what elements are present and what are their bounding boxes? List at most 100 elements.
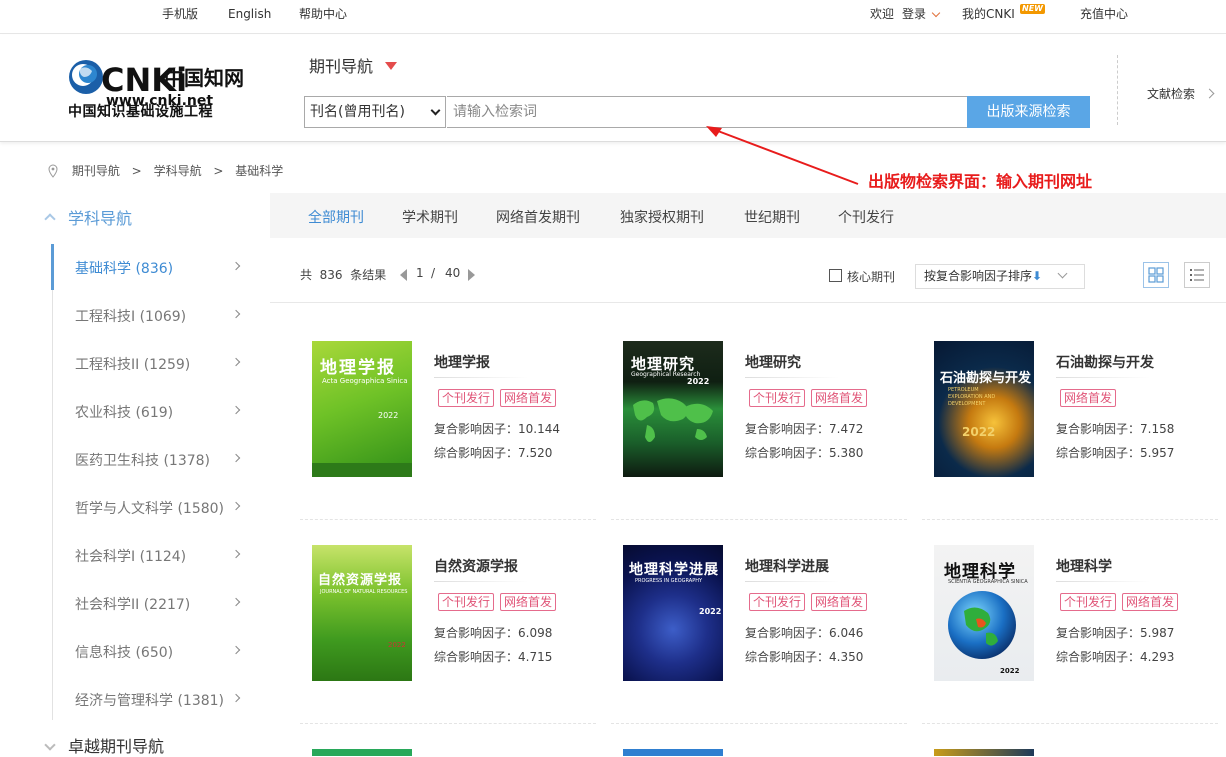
- cover-year: 2022: [687, 377, 710, 386]
- journal-nav-title[interactable]: 期刊导航: [309, 53, 373, 77]
- help-link[interactable]: 帮助中心: [299, 0, 347, 28]
- journal-cover[interactable]: [934, 749, 1034, 756]
- journal-cover[interactable]: [312, 749, 412, 756]
- english-link[interactable]: English: [228, 0, 271, 28]
- page-separator: /: [431, 266, 436, 280]
- journal-card[interactable]: 地理研究 Geographical Research 2022 地理研究 个刊发…: [611, 341, 907, 551]
- new-badge: NEW: [1020, 4, 1045, 14]
- login-link[interactable]: 登录: [902, 0, 926, 28]
- cover-title: 地理学报: [320, 358, 396, 378]
- grid-icon: [1148, 267, 1164, 283]
- top-bar: 手机版 English 帮助中心 欢迎 登录 我的CNKI NEW 充值中心: [0, 0, 1226, 34]
- list-view-button[interactable]: [1184, 262, 1210, 288]
- journal-card[interactable]: 自然资源学报 JOURNAL OF NATURAL RESOURCES 2022…: [300, 545, 596, 755]
- triangle-down-icon[interactable]: [385, 62, 397, 70]
- tag-online-first: 网络首发: [811, 389, 868, 407]
- sidebar-item-information[interactable]: 信息科技 (650): [75, 642, 250, 662]
- sidebar-item-social-2[interactable]: 社会科学II (2217): [75, 594, 250, 614]
- journal-cover[interactable]: 地理科学 SCIENTIA GEOGRAPHICA SINICA 2022: [934, 545, 1034, 681]
- tab-academic[interactable]: 学术期刊: [402, 207, 458, 227]
- divider: [922, 519, 1218, 520]
- journal-cover[interactable]: [623, 749, 723, 756]
- core-journal-checkbox[interactable]: [829, 269, 842, 282]
- tab-century[interactable]: 世纪期刊: [744, 207, 800, 227]
- tag-individual: 个刊发行: [1060, 593, 1117, 611]
- my-cnki-link[interactable]: 我的CNKI: [962, 0, 1015, 28]
- journal-card[interactable]: 地理学报 Acta Geographica Sinica 2022 地理学报 个…: [300, 341, 596, 551]
- tag-online-first: 网络首发: [811, 593, 868, 611]
- cover-year: 2022: [388, 641, 406, 649]
- header: CNKi 中国知网 www.cnki.net 中国知识基础设施工程 期刊导航 刊…: [0, 35, 1226, 142]
- mobile-link[interactable]: 手机版: [162, 0, 198, 28]
- cover-subtitle: SCIENTIA GEOGRAPHICA SINICA: [948, 579, 1028, 585]
- sidebar-item-engineering-2[interactable]: 工程科技II (1259): [75, 354, 250, 374]
- journal-title[interactable]: 自然资源学报: [434, 556, 518, 576]
- divider: [922, 723, 1218, 724]
- divider: [611, 723, 907, 724]
- tag-online-first: 网络首发: [500, 593, 557, 611]
- cover-title: 地理科学进展: [629, 562, 719, 578]
- sidebar-item-medicine[interactable]: 医药卫生科技 (1378): [75, 450, 250, 470]
- journal-title[interactable]: 地理科学进展: [745, 556, 829, 576]
- sidebar-item-engineering-1[interactable]: 工程科技I (1069): [75, 306, 250, 326]
- recharge-link[interactable]: 充值中心: [1080, 0, 1128, 28]
- tab-exclusive[interactable]: 独家授权期刊: [620, 207, 704, 227]
- journal-title[interactable]: 地理研究: [745, 352, 801, 372]
- tab-online-first[interactable]: 网络首发期刊: [496, 207, 580, 227]
- sort-select[interactable]: 按复合影响因子排序⬇: [915, 264, 1085, 289]
- journal-title[interactable]: 地理学报: [434, 352, 490, 372]
- sidebar-item-social-1[interactable]: 社会科学I (1124): [75, 546, 250, 566]
- page-current: 1: [416, 266, 424, 280]
- composite-impact-factor: 复合影响因子：7.472: [745, 422, 864, 436]
- tag-online-first: 网络首发: [500, 389, 557, 407]
- cover-title: 自然资源学报: [318, 573, 403, 588]
- divider: [300, 519, 596, 520]
- composite-impact-factor: 复合影响因子：6.046: [745, 626, 864, 640]
- composite-impact-factor: 复合影响因子：7.158: [1056, 422, 1175, 436]
- literature-search-link[interactable]: 文献检索: [1147, 85, 1195, 102]
- sidebar-item-humanities[interactable]: 哲学与人文科学 (1580): [75, 498, 250, 518]
- sort-label: 按复合影响因子排序: [924, 269, 1033, 283]
- composite-impact-factor: 复合影响因子：5.987: [1056, 626, 1175, 640]
- search-button[interactable]: 出版来源检索: [967, 96, 1090, 128]
- cover-year: 2022: [1000, 667, 1020, 675]
- comprehensive-impact-factor: 综合影响因子：7.520: [434, 446, 553, 460]
- composite-impact-factor: 复合影响因子：10.144: [434, 422, 560, 436]
- journal-card[interactable]: 地理科学 SCIENTIA GEOGRAPHICA SINICA 2022 地理…: [922, 545, 1218, 755]
- welcome-text: 欢迎: [870, 7, 895, 21]
- prev-page-icon[interactable]: [400, 269, 407, 281]
- journal-card[interactable]: 石油勘探与开发 PETROLEUM EXPLORATION AND DEVELO…: [922, 341, 1218, 551]
- next-page-icon[interactable]: [468, 269, 475, 281]
- tab-individual[interactable]: 个刊发行: [838, 207, 894, 227]
- breadcrumb-item[interactable]: 基础科学: [235, 164, 283, 178]
- cover-year: 2022: [962, 425, 996, 439]
- sidebar-item-basic-science[interactable]: 基础科学 (836): [75, 258, 250, 278]
- cover-subtitle: PETROLEUM EXPLORATION AND DEVELOPMENT: [948, 387, 996, 407]
- sidebar-item-economics[interactable]: 经济与管理科学 (1381): [75, 690, 250, 710]
- chevron-right-icon[interactable]: [1204, 88, 1215, 99]
- subject-nav-heading[interactable]: 学科导航: [44, 205, 132, 229]
- journal-cover[interactable]: 地理科学进展 PROGRESS IN GEOGRAPHY 2022: [623, 545, 723, 681]
- result-count: 836: [319, 268, 343, 282]
- journal-cover[interactable]: 石油勘探与开发 PETROLEUM EXPLORATION AND DEVELO…: [934, 341, 1034, 477]
- annotation-arrow: [706, 126, 859, 185]
- tab-all[interactable]: 全部期刊: [308, 207, 364, 227]
- journal-cover[interactable]: 地理学报 Acta Geographica Sinica 2022: [312, 341, 412, 477]
- divider: [1117, 55, 1118, 125]
- grid-view-button[interactable]: [1143, 262, 1169, 288]
- journal-title[interactable]: 地理科学: [1056, 556, 1112, 576]
- breadcrumb: 期刊导航 > 学科导航 > 基础科学: [48, 162, 291, 179]
- search-field-select[interactable]: 刊名(曾用刊名): [304, 96, 446, 128]
- location-pin-icon: [48, 164, 58, 178]
- journal-cover[interactable]: 自然资源学报 JOURNAL OF NATURAL RESOURCES 2022: [312, 545, 412, 681]
- journal-title[interactable]: 石油勘探与开发: [1056, 352, 1154, 372]
- journal-cover[interactable]: 地理研究 Geographical Research 2022: [623, 341, 723, 477]
- comprehensive-impact-factor: 综合影响因子：4.293: [1056, 650, 1175, 664]
- excellent-journal-heading[interactable]: 卓越期刊导航: [44, 733, 164, 757]
- breadcrumb-item[interactable]: 期刊导航: [72, 164, 120, 178]
- sidebar-item-agriculture[interactable]: 农业科技 (619): [75, 402, 250, 422]
- breadcrumb-item[interactable]: 学科导航: [154, 164, 202, 178]
- journal-card[interactable]: 地理科学进展 PROGRESS IN GEOGRAPHY 2022 地理科学进展…: [611, 545, 907, 755]
- tag-individual: 个刊发行: [438, 593, 495, 611]
- logo-cn-text: 中国知网: [164, 66, 244, 90]
